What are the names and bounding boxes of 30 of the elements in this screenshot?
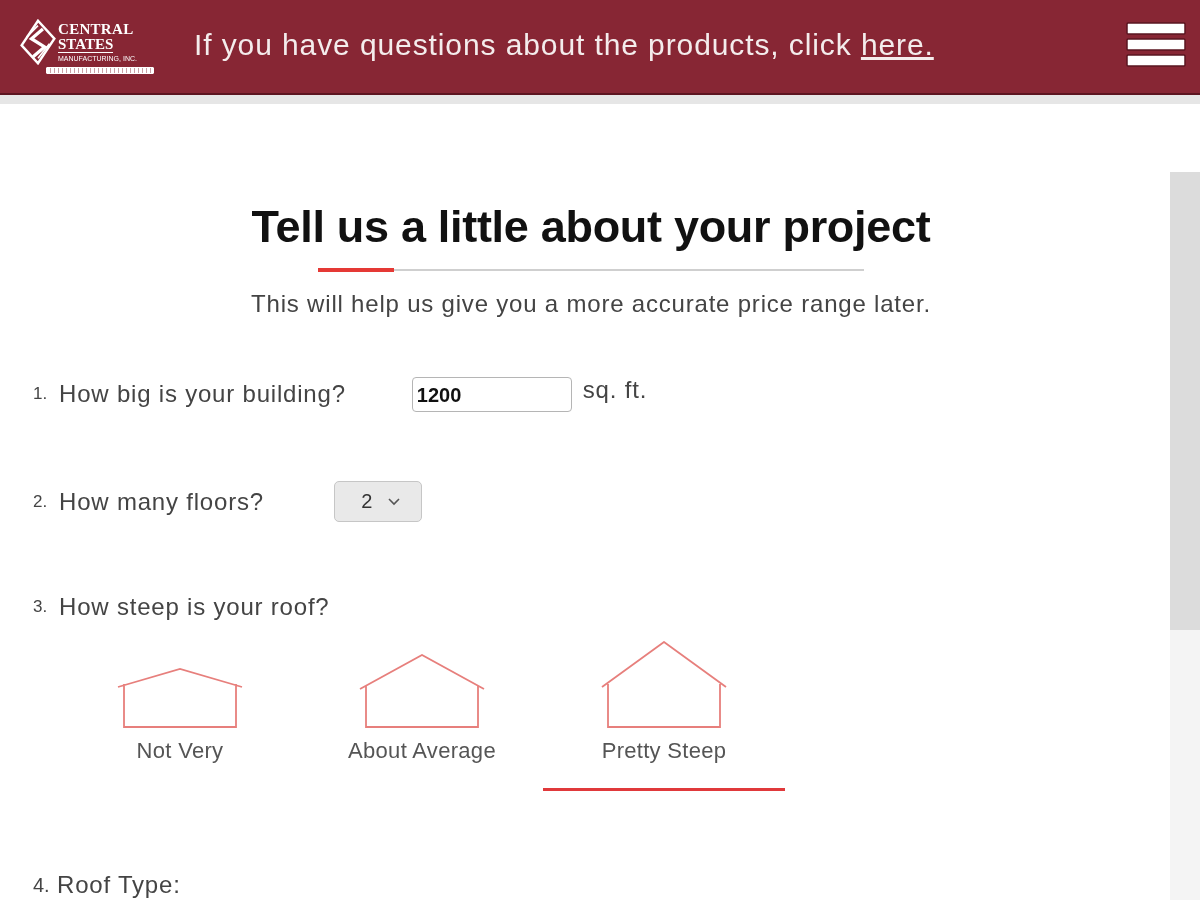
here-link[interactable]: here. [860, 27, 934, 61]
page-title: Tell us a little about your project [250, 202, 932, 252]
question-number: 3. [33, 597, 49, 617]
roof-option[interactable]: About Average [301, 641, 543, 791]
menu-icon [1126, 21, 1186, 68]
page-subtitle: This will help us give you a more accurate price range later. [250, 289, 932, 319]
question-label: How many floors? [59, 487, 264, 516]
house-outline-icon [117, 668, 243, 729]
menu-button[interactable] [1126, 21, 1186, 68]
chevron-down-icon [388, 497, 401, 506]
logo-text: STATES [58, 37, 114, 53]
scrollbar[interactable] [1170, 172, 1200, 900]
roof-option[interactable]: Pretty Steep [543, 641, 785, 791]
header-notice: If you have questions about the products, click here. [194, 27, 935, 62]
logo-text: CENTRAL [58, 22, 134, 37]
question-label: How big is your building? [59, 380, 346, 408]
question-number: 1. [33, 384, 49, 404]
size-input-field[interactable]: 1200 [411, 376, 572, 412]
unit-label: sq. ft. [582, 376, 648, 404]
question-label: How steep is your roof? [59, 593, 330, 621]
question-number: 4. [33, 873, 51, 897]
logo-emblem-icon [20, 19, 56, 65]
house-outline-icon [601, 641, 727, 729]
scrollbar-thumb[interactable] [1170, 172, 1200, 630]
select-value: 2 [361, 490, 373, 513]
floors-select[interactable]: 2 [333, 481, 422, 522]
house-outline-icon [359, 654, 485, 729]
question-number: 2. [33, 491, 49, 512]
question-label: Roof Type: [57, 871, 181, 899]
roof-option[interactable]: Not Very [59, 641, 301, 791]
